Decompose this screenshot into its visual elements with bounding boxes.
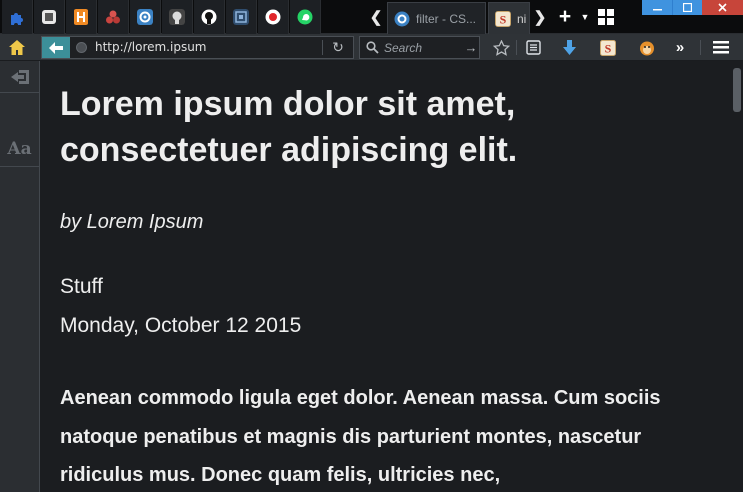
maximize-icon (683, 3, 692, 12)
typography-label: Aa (7, 138, 32, 159)
shield-icon (233, 9, 249, 25)
h-badge-icon (74, 9, 88, 25)
tab-strip: ❮ filter - CS... S ni ❯ + ▼ (0, 0, 743, 34)
article-date: Monday, October 12 2015 (60, 314, 302, 337)
new-tab-button[interactable]: + (554, 0, 576, 34)
search-input[interactable] (384, 39, 456, 56)
close-window-button[interactable] (702, 0, 743, 15)
pinned-tab[interactable] (98, 0, 129, 34)
plus-icon: + (558, 5, 572, 28)
pinned-tab[interactable] (290, 0, 321, 34)
menu-button[interactable] (711, 38, 731, 57)
star-icon (492, 39, 510, 56)
url-text[interactable]: http://lorem.ipsum (95, 40, 207, 54)
pinned-tab[interactable] (226, 0, 257, 34)
tab-favicon-icon (394, 11, 410, 26)
downloads-button[interactable] (559, 38, 579, 57)
pinned-tab[interactable] (34, 0, 65, 34)
vertical-scrollbar[interactable] (730, 61, 743, 492)
whatsapp-icon (297, 9, 313, 25)
tab-active[interactable]: S ni (488, 2, 530, 34)
back-button[interactable] (42, 37, 70, 58)
tab-groups-icon[interactable] (598, 9, 614, 25)
article-title: Lorem ipsum dolor sit amet, consectetuer… (60, 85, 518, 169)
url-bar[interactable]: http://lorem.ipsum ↻ (41, 36, 354, 59)
reading-list-button[interactable] (523, 38, 543, 57)
reader-content: Lorem ipsum dolor sit amet, consectetuer… (41, 61, 730, 492)
hamburger-icon (713, 41, 729, 54)
overflow-button[interactable]: » (670, 38, 690, 57)
home-icon[interactable] (8, 39, 26, 56)
puzzle-icon (11, 13, 23, 25)
divider (700, 40, 701, 55)
triple-circle-icon (106, 10, 120, 24)
exit-reader-icon (10, 69, 29, 84)
scrollbar-thumb[interactable] (733, 68, 741, 112)
tab-label: ni (517, 11, 527, 26)
reader-toolbar: Aa (0, 61, 40, 492)
search-go-button[interactable]: → (464, 38, 478, 57)
arrow-left-icon (49, 41, 63, 54)
search-icon (366, 41, 379, 54)
tab-scroll-left-button[interactable]: ❮ (366, 0, 386, 34)
github-icon (169, 9, 185, 25)
window-controls (642, 0, 743, 15)
reload-icon: ↻ (332, 39, 344, 55)
extension-button[interactable] (637, 38, 657, 57)
frame-icon (42, 10, 56, 24)
chevron-left-icon: ❮ (369, 9, 383, 26)
divider (516, 40, 517, 55)
svg-text:S: S (605, 41, 612, 55)
github-icon (201, 9, 217, 25)
pinned-tab[interactable] (130, 0, 161, 34)
article-byline: by Lorem Ipsum (60, 211, 204, 233)
pinned-tab[interactable] (162, 0, 193, 34)
typography-button[interactable]: Aa (0, 131, 39, 167)
reload-button[interactable]: ↻ (329, 38, 347, 57)
navigation-toolbar: http://lorem.ipsum ↻ → (0, 34, 743, 61)
download-arrow-icon (562, 39, 576, 55)
article-paragraph: Aenean commodo ligula eget dolor. Aenean… (60, 387, 661, 486)
s-badge-icon: S (600, 39, 616, 56)
search-bar[interactable]: → (359, 36, 480, 59)
arrow-right-icon: → (464, 40, 478, 55)
tab-scroll-right-button[interactable]: ❯ (530, 0, 550, 34)
divider (322, 40, 323, 55)
all-tabs-button[interactable]: ▼ (577, 0, 593, 34)
monkey-icon (640, 41, 654, 55)
chevron-down-icon: ▼ (580, 12, 590, 22)
double-chevron-right-icon: » (675, 39, 685, 56)
list-icon (525, 40, 541, 55)
tab-label: filter - CS... (416, 11, 477, 26)
minimize-icon (652, 9, 662, 11)
record-icon (265, 9, 281, 25)
pinned-tab[interactable] (2, 0, 33, 34)
svg-text:S: S (500, 12, 507, 26)
pinned-tab[interactable] (194, 0, 225, 34)
article-site: Stuff (60, 275, 103, 298)
extension-button[interactable]: S (598, 38, 618, 57)
pinned-tab[interactable] (66, 0, 97, 34)
tab[interactable]: filter - CS... (387, 2, 486, 34)
chrome-like-icon (137, 9, 153, 25)
chevron-right-icon: ❯ (533, 9, 547, 26)
pinned-tab[interactable] (258, 0, 289, 34)
close-reader-button[interactable] (0, 61, 39, 93)
bookmark-star-button[interactable] (491, 38, 511, 57)
maximize-button[interactable] (672, 0, 702, 15)
close-icon (718, 3, 727, 12)
site-identity-icon[interactable] (76, 42, 87, 53)
minimize-button[interactable] (642, 0, 672, 15)
tab-favicon-icon: S (495, 10, 511, 27)
